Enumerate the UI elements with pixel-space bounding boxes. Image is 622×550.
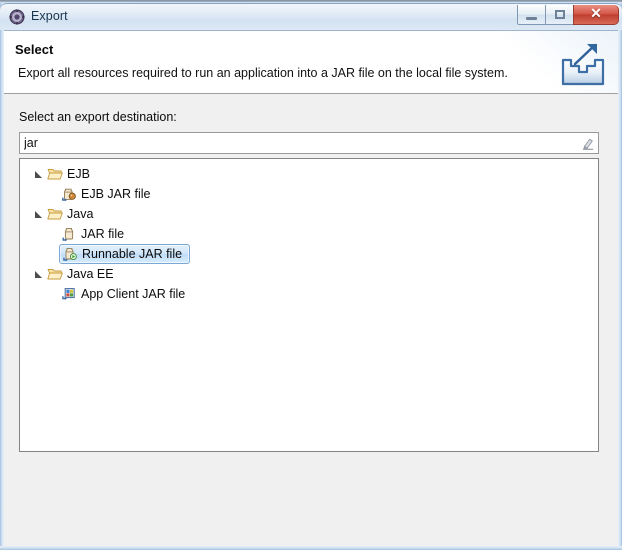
close-button[interactable]: ✕ bbox=[573, 5, 619, 25]
clear-filter-icon[interactable] bbox=[579, 135, 596, 151]
ejb-jar-file-icon bbox=[61, 186, 77, 202]
minimize-icon bbox=[526, 16, 537, 20]
tree-item-label: EJB bbox=[67, 167, 90, 181]
tree-item-app-client-jar-file[interactable]: App Client JAR file bbox=[20, 284, 598, 304]
tree-item-label: Java bbox=[67, 207, 94, 221]
chevron-expanded-icon[interactable] bbox=[31, 167, 45, 181]
maximize-icon bbox=[554, 10, 565, 19]
export-destination-tree[interactable]: EJB EJB JAR file Java JAR file Runnable … bbox=[19, 158, 599, 452]
tree-item-label: App Client JAR file bbox=[81, 287, 186, 301]
chevron-expanded-icon[interactable] bbox=[31, 207, 45, 221]
minimize-button[interactable] bbox=[517, 5, 546, 25]
tree-list: EJB EJB JAR file Java JAR file Runnable … bbox=[20, 164, 598, 304]
jar-file-icon bbox=[61, 226, 77, 242]
tree-item-label: JAR file bbox=[81, 227, 125, 241]
tree-item-label: EJB JAR file bbox=[81, 187, 151, 201]
tree-item-label: Runnable JAR file bbox=[82, 247, 183, 261]
dialog-footer: ? < Back Next > Finish Cancel bbox=[4, 452, 618, 546]
tree-item-runnable-jar-file[interactable]: Runnable JAR file bbox=[20, 244, 598, 264]
filter-input[interactable] bbox=[24, 133, 564, 153]
app-client-jar-file-icon bbox=[61, 286, 77, 302]
close-icon: ✕ bbox=[590, 6, 602, 22]
tree-item-ejb-jar-file[interactable]: EJB JAR file bbox=[20, 184, 598, 204]
folder-open-icon bbox=[47, 266, 63, 282]
tree-item-label: Java EE bbox=[67, 267, 114, 281]
window-title: Export bbox=[31, 9, 68, 23]
tree-item-jar-file[interactable]: JAR file bbox=[20, 224, 598, 244]
export-banner-icon bbox=[559, 40, 607, 88]
screen: Export ✕ Select Export all resources req… bbox=[0, 0, 622, 550]
runnable-jar-file-icon bbox=[62, 246, 78, 262]
dialog-body: Select Export all resources required to … bbox=[4, 30, 618, 546]
export-dialog-window: Export ✕ Select Export all resources req… bbox=[0, 3, 622, 550]
window-frame-bottom bbox=[0, 546, 622, 550]
title-bar[interactable]: Export ✕ bbox=[0, 3, 622, 30]
window-controls: ✕ bbox=[517, 5, 619, 26]
folder-open-icon bbox=[47, 206, 63, 222]
tree-item-java[interactable]: Java bbox=[20, 204, 598, 224]
folder-open-icon bbox=[47, 166, 63, 182]
chevron-expanded-icon[interactable] bbox=[31, 267, 45, 281]
tree-item-ejb[interactable]: EJB bbox=[20, 164, 598, 184]
destination-label: Select an export destination: bbox=[19, 110, 177, 124]
page-description: Export all resources required to run an … bbox=[18, 66, 508, 80]
tree-item-java-ee[interactable]: Java EE bbox=[20, 264, 598, 284]
filter-field-wrapper[interactable] bbox=[19, 132, 599, 154]
export-wizard-icon bbox=[9, 9, 25, 25]
window-frame-right bbox=[618, 3, 622, 550]
dialog-content: Select an export destination: jar EJB EJ… bbox=[4, 94, 618, 546]
wizard-banner: Select Export all resources required to … bbox=[4, 30, 618, 94]
maximize-button[interactable] bbox=[545, 5, 574, 25]
page-title: Select bbox=[15, 42, 54, 57]
